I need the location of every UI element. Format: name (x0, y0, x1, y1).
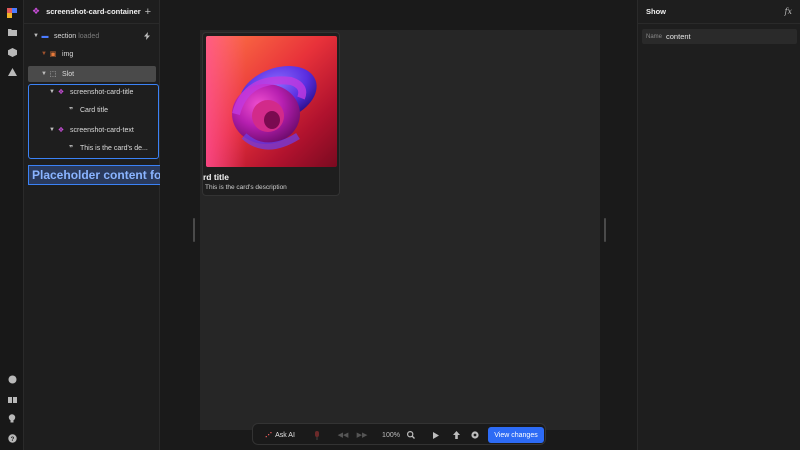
microphone-icon[interactable] (311, 424, 323, 446)
bolt-icon[interactable] (144, 29, 150, 43)
card-title: rd title (203, 172, 229, 182)
properties-panel: Show fx Name content (637, 0, 800, 450)
svg-text:?: ? (10, 437, 14, 443)
ai-icon: ⋰ (265, 432, 273, 439)
undo-icon[interactable]: ◀◀ (337, 424, 349, 446)
tree-node-card-text-component[interactable]: ▼ ❖ screenshot-card-text (48, 123, 134, 137)
add-button[interactable]: + (145, 6, 151, 18)
cube-icon[interactable] (6, 46, 18, 58)
component-icon: ❖ (57, 127, 65, 134)
chevron-down-icon[interactable]: ▼ (32, 33, 40, 39)
view-changes-button[interactable]: View changes (488, 427, 544, 443)
ask-ai-button[interactable]: ⋰ Ask AI (261, 424, 299, 446)
name-field[interactable]: Name content (642, 29, 797, 44)
component-name: screenshot-card-container (46, 7, 141, 16)
img-label: img (62, 50, 74, 58)
component-icon: ❖ (32, 6, 41, 16)
tree-node-card-title-component[interactable]: ▼ ❖ screenshot-card-title (48, 85, 133, 99)
tree-node-card-title-text[interactable]: ❞ Card title (66, 103, 108, 117)
card-image (206, 36, 337, 167)
chevron-down-icon[interactable]: ▼ (48, 89, 56, 95)
redo-icon[interactable]: ▶▶ (356, 424, 368, 446)
warning-icon[interactable] (6, 66, 18, 78)
lightbulb-icon[interactable] (6, 412, 18, 424)
properties-title: Show (646, 7, 666, 16)
tree-node-card-text-text[interactable]: ❞ This is the card's de... (66, 141, 148, 155)
slot-icon: ⬚ (49, 71, 57, 78)
name-field-label: Name (646, 33, 663, 40)
tree-node-img[interactable]: ▼ ▣ img (40, 47, 73, 61)
chevron-down-icon[interactable]: ▼ (40, 51, 48, 57)
quote-icon: ❞ (68, 145, 74, 152)
bottom-toolbar: ⋰ Ask AI ◀◀ ▶▶ 100% View changes (252, 423, 546, 445)
card-title-text-label: Card title (80, 106, 109, 114)
section-label: section (54, 32, 77, 40)
zoom-icon[interactable] (405, 424, 417, 446)
zoom-level[interactable]: 100% (380, 424, 402, 446)
play-icon[interactable] (430, 424, 442, 446)
section-icon: ▬ (41, 32, 49, 40)
card-preview[interactable]: rd title This is the card's description (202, 32, 340, 196)
tree-node-slot[interactable]: ▼ ⬚ Slot (40, 67, 74, 81)
tree-node-section[interactable]: ▼ ▬ section loaded (32, 29, 99, 43)
fx-icon[interactable]: fx (785, 7, 792, 16)
chevron-down-icon[interactable]: ▼ (48, 127, 56, 133)
history-icon[interactable] (469, 424, 481, 446)
card-text-component-label: screenshot-card-text (70, 126, 134, 134)
section-badge: loaded (78, 32, 100, 40)
image-icon: ▣ (49, 51, 57, 58)
palette-icon[interactable] (6, 373, 18, 385)
chevron-down-icon[interactable]: ▼ (40, 71, 48, 77)
icon-rail: ? (0, 0, 24, 450)
component-icon: ❖ (57, 89, 65, 96)
folder-icon[interactable] (6, 26, 18, 38)
help-icon[interactable]: ? (6, 432, 18, 444)
ask-ai-label: Ask AI (275, 431, 295, 439)
resize-handle-left[interactable] (193, 218, 195, 242)
gift-icon[interactable] (6, 392, 18, 404)
card-description: This is the card's description (205, 184, 287, 191)
name-field-value[interactable]: content (666, 32, 691, 41)
card-title-component-label: screenshot-card-title (70, 88, 134, 96)
slot-label: Slot (62, 70, 75, 78)
logo-icon[interactable] (6, 7, 18, 19)
card-text-text-label: This is the card's de... (80, 144, 148, 152)
quote-icon: ❞ (68, 107, 74, 114)
resize-handle-right[interactable] (604, 218, 606, 242)
properties-header: Show fx (638, 0, 800, 24)
layers-header: ❖ screenshot-card-container + (24, 0, 159, 24)
publish-icon[interactable] (450, 424, 462, 446)
